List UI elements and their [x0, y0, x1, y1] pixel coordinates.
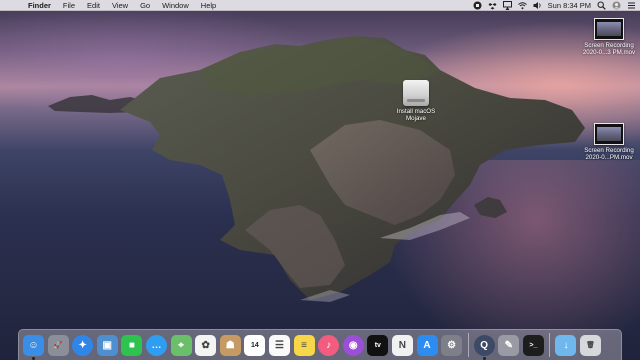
desktop-icon-label: Install macOS Mojave — [396, 108, 436, 122]
script-editor-icon: ✎ — [504, 339, 513, 351]
record-stop-icon[interactable] — [473, 1, 482, 10]
gear-icon: ⚙ — [447, 339, 457, 351]
movie-file-icon — [594, 18, 624, 40]
desktop-wallpaper — [0, 0, 640, 360]
desktop-icon-install-macos[interactable]: Install macOS Mojave — [388, 80, 444, 122]
menu-window[interactable]: Window — [156, 0, 195, 11]
search-icon[interactable] — [597, 1, 606, 10]
dock-item-downloads[interactable]: ↓ — [555, 334, 577, 356]
dropbox-icon[interactable] — [488, 1, 497, 10]
dock-item-reminders[interactable]: ☰ — [268, 334, 290, 356]
dock-item-app-store[interactable]: A — [416, 334, 438, 356]
dock-item-news[interactable]: N — [391, 334, 413, 356]
dock-item-notes[interactable]: ≡ — [293, 334, 315, 356]
running-indicator — [482, 356, 486, 360]
news-icon: N — [398, 339, 407, 351]
dock-item-script-editor[interactable]: ✎ — [498, 334, 520, 356]
menu-go[interactable]: Go — [134, 0, 156, 11]
downloads-folder-icon: ↓ — [563, 339, 569, 351]
dock-item-system-preferences[interactable]: ⚙ — [441, 334, 463, 356]
wifi-icon[interactable] — [517, 1, 527, 10]
photo-icon: ▣ — [102, 339, 112, 351]
menu-finder[interactable]: Finder — [22, 0, 57, 11]
quicktime-icon: Q — [480, 339, 489, 351]
dock-separator — [467, 333, 469, 357]
desktop-icon-label: Screen Recording 2020-0...3 PM.mov — [582, 42, 636, 56]
terminal-icon: >_ — [529, 341, 538, 349]
island-landscape — [48, 36, 585, 302]
dock-item-messages[interactable]: … — [145, 334, 167, 356]
calendar-icon: 14 — [250, 341, 259, 349]
menu-bar-status: Sun 8:34 PM — [473, 0, 636, 11]
facetime-icon: ■ — [128, 339, 135, 351]
app-store-icon: A — [423, 339, 431, 351]
desktop-icon-screen-recording-1[interactable]: Screen Recording 2020-0...3 PM.mov — [580, 18, 638, 56]
messages-bubble-icon: … — [151, 339, 162, 351]
maps-icon: ⌖ — [178, 339, 184, 351]
dock-item-trash[interactable]: 🗑 — [580, 334, 602, 356]
disk-image-icon — [403, 80, 429, 106]
dock-item-podcasts[interactable]: ◉ — [342, 334, 364, 356]
dock-item-calendar[interactable]: 14 — [244, 334, 266, 356]
dock-item-photos[interactable]: ✿ — [195, 334, 217, 356]
menu-file[interactable]: File — [57, 0, 81, 11]
music-note-icon: ♪ — [326, 339, 332, 351]
menu-view[interactable]: View — [106, 0, 134, 11]
dock-item-image-capture[interactable]: ▣ — [96, 334, 118, 356]
volume-icon[interactable] — [533, 1, 542, 10]
launchpad-rocket-icon: 🚀 — [53, 342, 63, 349]
trash-icon: 🗑 — [586, 342, 595, 349]
reminders-list-icon: ☰ — [274, 339, 284, 351]
menu-bar: Finder File Edit View Go Window Help Sun… — [0, 0, 640, 11]
safari-compass-icon: ✦ — [78, 339, 87, 351]
dock: ☺ 🚀 ✦ ▣ ■ … ⌖ ✿ ☗ 14 ☰ ≡ ♪ ◉ tv N A ⚙ Q ✎ >_ ↓ 🗑 — [18, 329, 622, 360]
dock-item-safari[interactable]: ✦ — [72, 334, 94, 356]
contacts-book-icon: ☗ — [225, 339, 235, 351]
desktop-icon-label: Screen Recording 2020-0...PM.mov — [584, 147, 634, 161]
dock-item-music[interactable]: ♪ — [318, 334, 340, 356]
menu-list-icon[interactable] — [627, 1, 636, 10]
podcasts-icon: ◉ — [348, 339, 358, 351]
dock-item-facetime[interactable]: ■ — [121, 334, 143, 356]
photos-flower-icon: ✿ — [201, 339, 210, 351]
apple-tv-icon: tv — [374, 341, 381, 349]
movie-file-icon — [594, 123, 624, 145]
finder-icon: ☺ — [28, 339, 39, 351]
menu-help[interactable]: Help — [195, 0, 222, 11]
menu-edit[interactable]: Edit — [81, 0, 106, 11]
dock-item-terminal[interactable]: >_ — [522, 334, 544, 356]
dock-item-maps[interactable]: ⌖ — [170, 334, 192, 356]
dock-item-quicktime-player[interactable]: Q — [473, 334, 495, 360]
menu-bar-left: Finder File Edit View Go Window Help — [0, 0, 222, 10]
desktop-icon-screen-recording-2[interactable]: Screen Recording 2020-0...PM.mov — [580, 123, 638, 161]
running-indicator — [32, 356, 35, 360]
notes-icon: ≡ — [301, 339, 307, 351]
dock-item-tv[interactable]: tv — [367, 334, 389, 356]
menu-bar-clock[interactable]: Sun 8:34 PM — [548, 0, 591, 11]
dock-item-launchpad[interactable]: 🚀 — [47, 334, 69, 356]
dock-separator — [549, 333, 551, 357]
dock-item-finder[interactable]: ☺ — [23, 334, 44, 360]
airplay-icon[interactable] — [502, 1, 512, 10]
dock-item-contacts[interactable]: ☗ — [219, 334, 241, 356]
user-icon[interactable] — [612, 1, 621, 10]
